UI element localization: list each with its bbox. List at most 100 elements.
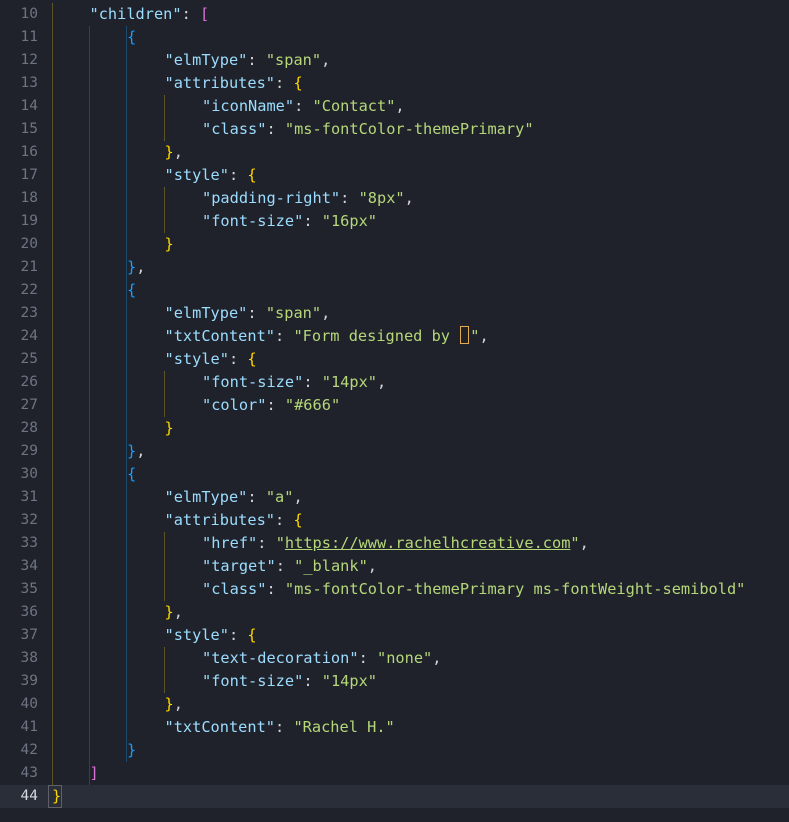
code-line[interactable]: 34 "target": "_blank", — [0, 555, 789, 578]
token-punct: , — [579, 534, 589, 552]
code-text: "color": "#666" — [202, 394, 340, 417]
token-link[interactable]: https://www.rachelhcreative.com — [285, 534, 571, 552]
code-line[interactable]: 29}, — [0, 440, 789, 463]
code-line[interactable]: 43] — [0, 762, 789, 785]
code-text: }, — [127, 440, 145, 463]
code-line[interactable]: 27 "color": "#666" — [0, 394, 789, 417]
code-line[interactable]: 35 "class": "ms-fontColor-themePrimary ms… — [0, 578, 789, 601]
code-line[interactable]: 39 "font-size": "14px" — [0, 670, 789, 693]
code-line[interactable]: 30 { — [0, 463, 789, 486]
line-number: 41 — [20, 719, 38, 735]
token-punct: , — [136, 442, 146, 460]
code-line[interactable]: 10 "children": [ — [0, 3, 789, 26]
code-text: "attributes": { — [165, 509, 303, 532]
token-punct: , — [377, 373, 387, 391]
code-line[interactable]: 36}, — [0, 601, 789, 624]
code-line[interactable]: 28} — [0, 417, 789, 440]
code-line[interactable]: 17 "style": { — [0, 164, 789, 187]
token-string: "a" — [265, 488, 294, 506]
code-line[interactable]: 33 "href": "https://www.rachelhcreative.c… — [0, 532, 789, 555]
code-line[interactable]: 18 "padding-right": "8px", — [0, 187, 789, 210]
line-number: 39 — [20, 673, 38, 689]
token-string: "Rachel H." — [293, 718, 395, 736]
token-string: "8px" — [358, 189, 405, 207]
code-line[interactable]: 32 "attributes": { — [0, 509, 789, 532]
token-string: "#666" — [284, 396, 341, 414]
code-line[interactable]: 12 "elmType": "span", — [0, 49, 789, 72]
code-line[interactable]: 13 "attributes": { — [0, 72, 789, 95]
token-string: "none" — [376, 649, 433, 667]
code-line[interactable]: 24 "txtContent": "Form designed by ", — [0, 325, 789, 348]
code-text: "padding-right": "8px", — [202, 187, 414, 210]
token-punct: , — [367, 557, 378, 575]
token-string: "ms-fontColor-themePrimary" — [284, 120, 534, 138]
token-key: "class" — [202, 580, 267, 598]
token-brace: { — [127, 28, 137, 46]
token-punct: : — [257, 534, 276, 552]
token-brace: { — [293, 511, 303, 529]
token-punct: : — [303, 672, 322, 690]
code-line[interactable]: 31 "elmType": "a", — [0, 486, 789, 509]
token-brace: } — [127, 741, 137, 759]
token-key: "txtContent" — [164, 718, 276, 736]
token-punct: , — [404, 189, 414, 207]
token-punct: , — [293, 488, 303, 506]
token-string: "Form designed by — [293, 327, 460, 345]
line-number: 43 — [20, 765, 38, 781]
code-line[interactable]: 15 "class": "ms-fontColor-themePrimary" — [0, 118, 789, 141]
token-key: "children" — [89, 5, 182, 23]
code-line[interactable]: 11 { — [0, 26, 789, 49]
code-line[interactable]: 42} — [0, 739, 789, 762]
code-line[interactable]: 37 "style": { — [0, 624, 789, 647]
bracket-match-highlight — [48, 785, 62, 808]
token-string: "14px" — [321, 373, 377, 391]
token-punct: : — [275, 74, 294, 92]
token-punct: : — [358, 649, 377, 667]
code-line[interactable]: 40}, — [0, 693, 789, 716]
code-line[interactable]: 19 "font-size": "16px" — [0, 210, 789, 233]
line-number: 44 — [20, 788, 38, 804]
token-brace: } — [164, 143, 174, 161]
token-string: " — [275, 534, 285, 552]
token-key: "attributes" — [164, 74, 276, 92]
token-key: "style" — [164, 166, 229, 184]
token-key: "padding-right" — [202, 189, 341, 207]
code-line[interactable]: 14 "iconName": "Contact", — [0, 95, 789, 118]
code-line[interactable]: 38 "text-decoration": "none", — [0, 647, 789, 670]
code-text: "style": { — [165, 348, 257, 371]
line-number: 11 — [20, 29, 38, 45]
token-punct: : — [303, 373, 322, 391]
code-text: } — [127, 739, 136, 762]
token-punct: , — [395, 97, 405, 115]
line-number: 25 — [20, 351, 38, 367]
line-number: 38 — [20, 650, 38, 666]
token-key: "txtContent" — [164, 327, 276, 345]
code-line[interactable]: 44} — [0, 785, 789, 808]
line-number: 29 — [20, 443, 38, 459]
token-string: "span" — [265, 51, 322, 69]
code-line[interactable]: 20} — [0, 233, 789, 256]
code-line[interactable]: 22 { — [0, 279, 789, 302]
code-line[interactable]: 16}, — [0, 141, 789, 164]
code-line[interactable]: 21}, — [0, 256, 789, 279]
code-text: "style": { — [165, 624, 257, 647]
token-brace: } — [164, 235, 174, 253]
token-brace: { — [247, 626, 257, 644]
code-text: }, — [165, 601, 183, 624]
code-editor[interactable]: 10 "children": [11{12 "elmType": "span", 13… — [0, 0, 789, 822]
token-brace: } — [164, 695, 174, 713]
line-number: 16 — [20, 144, 38, 160]
code-line[interactable]: 26 "font-size": "14px", — [0, 371, 789, 394]
line-number: 33 — [20, 535, 38, 551]
code-text: "attributes": { — [165, 72, 303, 95]
line-number: 28 — [20, 420, 38, 436]
code-line[interactable]: 23 "elmType": "span", — [0, 302, 789, 325]
token-punct: : — [266, 396, 285, 414]
token-punct: : — [275, 511, 294, 529]
code-line[interactable]: 41 "txtContent": "Rachel H." — [0, 716, 789, 739]
line-number: 12 — [20, 52, 38, 68]
code-line[interactable]: 25 "style": { — [0, 348, 789, 371]
line-number: 26 — [20, 374, 38, 390]
token-key: "elmType" — [164, 304, 248, 322]
line-number: 36 — [20, 604, 38, 620]
